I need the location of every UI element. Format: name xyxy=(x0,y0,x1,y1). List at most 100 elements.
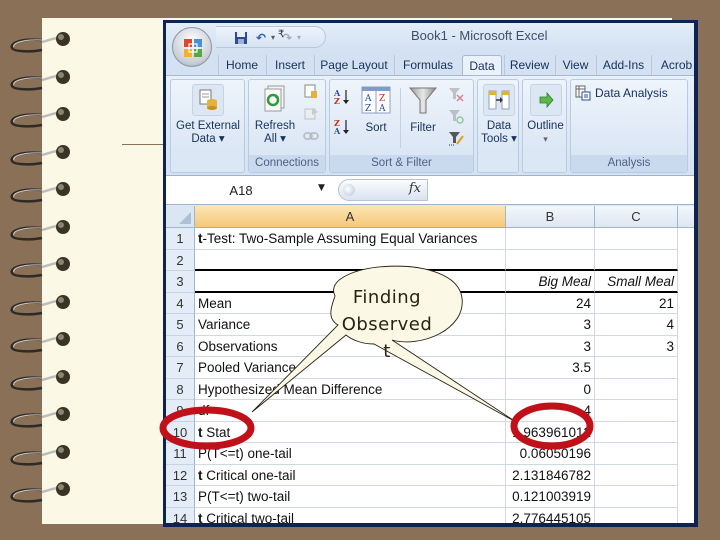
refresh-all-button[interactable]: Refresh All ▾ xyxy=(251,84,299,146)
sort-a-z-icon[interactable]: AZ xyxy=(333,88,350,106)
cell-A13[interactable]: P(T<=t) two-tail xyxy=(195,486,506,508)
cell-C9[interactable] xyxy=(595,400,678,422)
cell-C12[interactable] xyxy=(595,464,678,486)
cell-B2[interactable] xyxy=(506,249,595,271)
outline-button[interactable]: Outline ▾ xyxy=(525,84,566,146)
cell-B4[interactable]: 24 xyxy=(506,292,595,314)
get-external-data-button[interactable]: Get External Data ▾ xyxy=(173,84,243,146)
cell-C6[interactable]: 3 xyxy=(595,335,678,357)
tab-page-layout[interactable]: Page Layout xyxy=(314,55,393,75)
data-tools-button[interactable]: Data Tools ▾ xyxy=(480,84,518,146)
cell-C2[interactable] xyxy=(595,249,678,271)
cell-C7[interactable] xyxy=(595,357,678,379)
cell-A1[interactable]: t-Test: Two-Sample Assuming Equal Varian… xyxy=(195,228,506,250)
refresh-icon xyxy=(259,84,291,116)
cell-C5[interactable]: 4 xyxy=(595,314,678,336)
edit-links-icon[interactable] xyxy=(303,128,319,144)
svg-text:A: A xyxy=(364,94,372,104)
row-header[interactable]: 9 xyxy=(166,400,195,422)
cell-C13[interactable] xyxy=(595,486,678,508)
cell-B8[interactable]: 0 xyxy=(506,378,595,400)
data-analysis-button[interactable]: Data Analysis xyxy=(575,84,668,102)
row-header[interactable]: 14 xyxy=(166,507,195,523)
select-all-button[interactable] xyxy=(166,206,195,228)
table-row: 11 P(T<=t) one-tail 0.06050196 xyxy=(166,443,694,465)
undo-icon[interactable]: ↶ xyxy=(256,31,266,45)
tab-home[interactable]: Home xyxy=(218,55,265,75)
properties-icon[interactable] xyxy=(303,106,319,122)
callout-text: Finding Observed t xyxy=(341,287,433,362)
cell-C10[interactable] xyxy=(595,421,678,443)
row-header[interactable]: 6 xyxy=(166,335,195,357)
cell-B7[interactable]: 3.5 xyxy=(506,357,595,379)
cell-B11[interactable]: 0.06050196 xyxy=(506,443,595,465)
cell-B13[interactable]: 0.121003919 xyxy=(506,486,595,508)
row-header[interactable]: 10 xyxy=(166,421,195,443)
column-header-b[interactable]: B xyxy=(506,206,595,228)
cell-C11[interactable] xyxy=(595,443,678,465)
cell-B14[interactable]: 2.776445105 xyxy=(506,507,595,523)
save-icon[interactable] xyxy=(234,31,248,48)
spiral-ring xyxy=(10,257,70,278)
cell-B9[interactable]: 4 xyxy=(506,400,595,422)
redo-dropdown-icon[interactable]: ▾ xyxy=(297,31,301,45)
cell-B12[interactable]: 2.131846782 xyxy=(506,464,595,486)
name-box[interactable]: A18 xyxy=(186,183,316,198)
insert-function-icon[interactable]: fx xyxy=(409,181,421,196)
cell-A11[interactable]: P(T<=t) one-tail xyxy=(195,443,506,465)
cell-A14[interactable]: t Critical two-tail xyxy=(195,507,506,523)
cell-B1[interactable] xyxy=(506,228,595,250)
cell-A12[interactable]: t Critical one-tail xyxy=(195,464,506,486)
name-box-dropdown-icon[interactable]: ▼ xyxy=(318,183,325,193)
cell-C3[interactable]: Small Meal xyxy=(595,271,678,293)
cell-A10[interactable]: t Stat xyxy=(195,421,506,443)
row-header[interactable]: 3 xyxy=(166,271,195,293)
row-header[interactable]: 5 xyxy=(166,314,195,336)
undo-dropdown-icon[interactable]: ▾ xyxy=(271,31,275,45)
row-header[interactable]: 13 xyxy=(166,486,195,508)
cell-A2[interactable] xyxy=(195,249,506,271)
row-header[interactable]: 7 xyxy=(166,357,195,379)
advanced-filter-icon[interactable] xyxy=(448,130,464,146)
cell-A9[interactable]: df xyxy=(195,400,506,422)
row-header[interactable]: 11 xyxy=(166,443,195,465)
formula-input[interactable] xyxy=(431,180,690,200)
cell-B6[interactable]: 3 xyxy=(506,335,595,357)
tab-view[interactable]: View xyxy=(555,55,595,75)
cell-C1[interactable] xyxy=(595,228,678,250)
row-header[interactable]: 12 xyxy=(166,464,195,486)
column-header-c[interactable]: C xyxy=(595,206,678,228)
row-header[interactable]: 4 xyxy=(166,292,195,314)
cell-B10[interactable]: 1.963961012 xyxy=(506,421,595,443)
filter-button[interactable]: Filter xyxy=(404,84,442,135)
cell-C4[interactable]: 21 xyxy=(595,292,678,314)
formula-bar-handle-icon[interactable] xyxy=(343,184,355,196)
tab-review[interactable]: Review xyxy=(504,55,554,75)
row-header[interactable]: 1 xyxy=(166,228,195,250)
row-header[interactable]: 8 xyxy=(166,378,195,400)
row-header[interactable]: 2 xyxy=(166,249,195,271)
tab-acrob[interactable]: Acrob xyxy=(651,55,694,75)
cell-A8[interactable]: Hypothesized Mean Difference xyxy=(195,378,506,400)
column-header-a[interactable]: A xyxy=(195,206,506,228)
spiral-ring xyxy=(10,219,70,241)
sort-z-a-icon[interactable]: ZA xyxy=(333,118,350,136)
customize-icon[interactable]: ₹ xyxy=(278,28,284,42)
connections-icon[interactable] xyxy=(303,84,319,100)
column-header-d[interactable] xyxy=(678,206,694,228)
svg-text:Z: Z xyxy=(379,94,385,104)
clear-filter-icon[interactable] xyxy=(448,86,464,102)
tab-insert[interactable]: Insert xyxy=(266,55,313,75)
cell-B3[interactable]: Big Meal xyxy=(506,271,595,293)
office-button[interactable] xyxy=(172,27,212,67)
cell-C8[interactable] xyxy=(595,378,678,400)
office-logo-icon xyxy=(184,39,202,57)
cell-B5[interactable]: 3 xyxy=(506,314,595,336)
reapply-filter-icon[interactable] xyxy=(448,108,464,124)
sort-button[interactable]: AZZA Sort xyxy=(356,84,396,135)
tab-data[interactable]: Data xyxy=(462,55,502,75)
cell-C14[interactable] xyxy=(595,507,678,523)
tab-formulas[interactable]: Formulas xyxy=(394,55,461,75)
quick-access-toolbar: ↶ ▾ ↷ ▾ xyxy=(216,26,326,48)
tab-add-ins[interactable]: Add-Ins xyxy=(596,55,650,75)
